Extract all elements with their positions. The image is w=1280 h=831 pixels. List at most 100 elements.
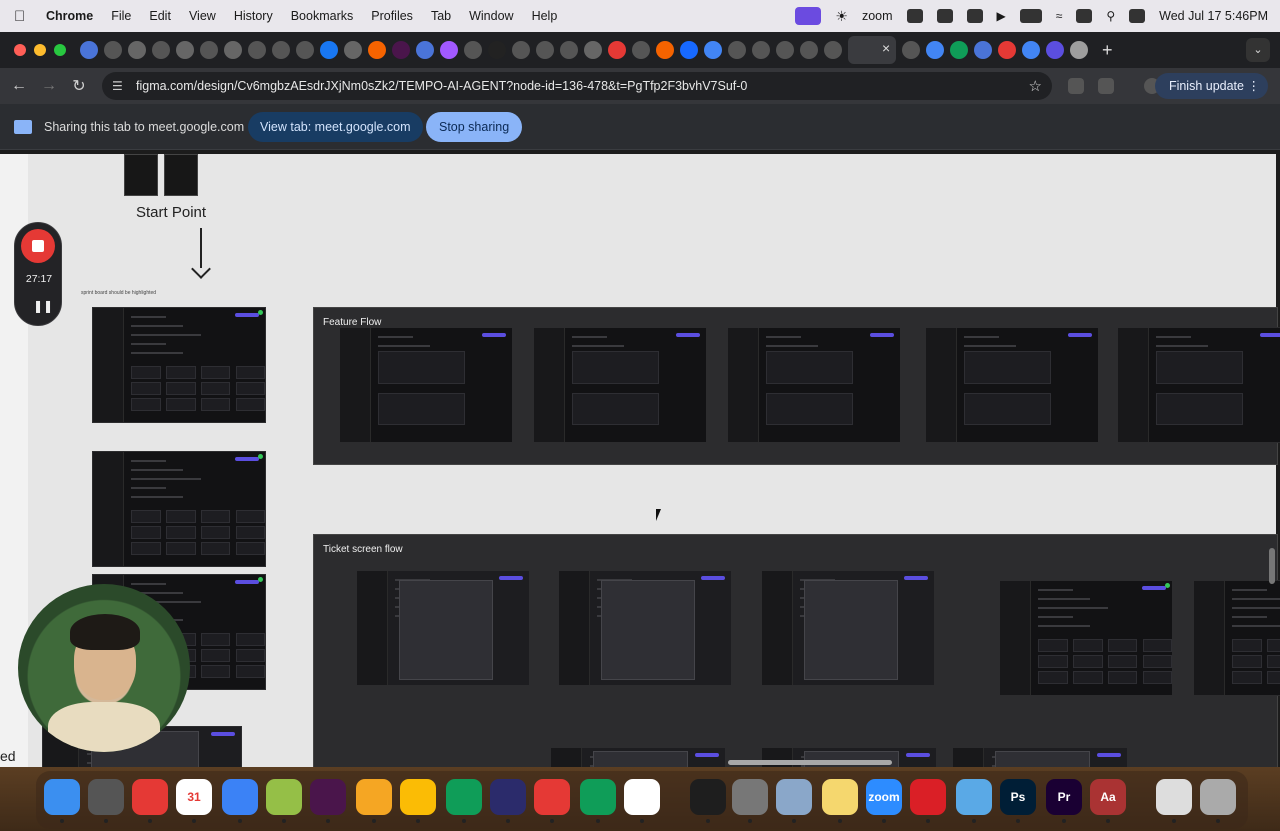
dock-app-premiere[interactable]: Pr (1046, 779, 1082, 815)
design-frame-thumbnail[interactable] (558, 570, 732, 686)
apple-icon[interactable]:  (14, 8, 36, 25)
browser-tab-favicon[interactable] (1070, 41, 1088, 59)
menu-file[interactable]: File (111, 9, 131, 23)
browser-tab-favicon[interactable] (608, 41, 626, 59)
close-tab-icon[interactable]: × (882, 40, 890, 56)
browser-tab-favicon[interactable] (416, 41, 434, 59)
zoom-menu-label[interactable]: zoom (862, 9, 893, 23)
dock-app-zoom[interactable]: zoom (866, 779, 902, 815)
horizontal-scrollbar[interactable] (728, 760, 892, 765)
wifi-icon[interactable]: ≈ (1056, 9, 1063, 23)
play-icon[interactable]: ▶ (997, 9, 1006, 23)
browser-tab-favicon[interactable] (902, 41, 920, 59)
design-frame-thumbnail[interactable] (727, 327, 901, 443)
dock-app-quicktime[interactable] (956, 779, 992, 815)
browser-tab-favicon[interactable] (998, 41, 1016, 59)
design-frame-thumbnail[interactable] (925, 327, 1099, 443)
dock-app-gmail[interactable] (132, 779, 168, 815)
browser-tab-favicon[interactable] (752, 41, 770, 59)
dock-app-contacts[interactable] (222, 779, 258, 815)
bookmark-star-icon[interactable]: ☆ (1029, 77, 1042, 95)
menu-tab[interactable]: Tab (431, 9, 451, 23)
browser-tab-favicon[interactable] (632, 41, 650, 59)
design-frame-thumbnail[interactable] (339, 327, 513, 443)
dock-app-preview[interactable] (88, 779, 124, 815)
webcam-bubble[interactable] (18, 584, 190, 752)
browser-tab-favicon[interactable] (560, 41, 578, 59)
dock-app-freeform[interactable] (624, 779, 660, 815)
design-frame-thumbnail[interactable] (999, 580, 1173, 696)
dock-app-chrome[interactable] (400, 779, 436, 815)
dock-app-craft[interactable] (356, 779, 392, 815)
vertical-scrollbar[interactable] (1269, 548, 1275, 584)
browser-tab-favicon[interactable] (464, 41, 482, 59)
dock-app-figma[interactable] (690, 779, 726, 815)
browser-tab-favicon[interactable] (80, 41, 98, 59)
menu-profiles[interactable]: Profiles (371, 9, 413, 23)
browser-tab-favicon[interactable] (488, 41, 506, 59)
feature-flow-section[interactable]: Feature Flow (313, 307, 1280, 465)
back-icon[interactable]: ← (4, 77, 34, 95)
browser-tab-favicon[interactable] (224, 41, 242, 59)
browser-tab-favicon[interactable] (1046, 41, 1064, 59)
browser-tab-favicon[interactable] (104, 41, 122, 59)
dock-app-creative-cloud[interactable] (910, 779, 946, 815)
dock-app-trash[interactable] (1200, 779, 1236, 815)
dock-app-notes[interactable] (822, 779, 858, 815)
design-frame-thumbnail[interactable] (356, 570, 530, 686)
browser-tab-favicon[interactable] (536, 41, 554, 59)
dock-app-photoshop[interactable]: Ps (1000, 779, 1036, 815)
menu-app-name[interactable]: Chrome (46, 9, 93, 23)
browser-tab-favicon[interactable] (824, 41, 842, 59)
site-info-icon[interactable]: ☰ (112, 79, 126, 93)
finish-update-button[interactable]: Finish update ⋮ (1154, 73, 1268, 99)
fullscreen-window-icon[interactable] (54, 44, 66, 56)
cloud-icon[interactable] (936, 9, 953, 23)
browser-tab-favicon[interactable] (800, 41, 818, 59)
browser-tab-favicon[interactable] (128, 41, 146, 59)
pause-icon[interactable]: ❚❚ (33, 299, 53, 313)
view-tab-button[interactable]: View tab: meet.google.com (248, 112, 423, 142)
browser-tab-favicon[interactable] (584, 41, 602, 59)
browser-tab-favicon[interactable] (248, 41, 266, 59)
browser-tab-favicon[interactable] (320, 41, 338, 59)
menu-window[interactable]: Window (469, 9, 513, 23)
dock-app-preview-screen[interactable] (776, 779, 812, 815)
battery-icon[interactable] (1019, 9, 1042, 23)
dock-app-dictionary[interactable]: Aa (1090, 779, 1126, 815)
dock-app-slack[interactable] (310, 779, 346, 815)
browser-tab-favicon[interactable] (1022, 41, 1040, 59)
tab-search-icon[interactable]: ⌄ (1246, 38, 1270, 62)
menu-view[interactable]: View (189, 9, 216, 23)
browser-tab-favicon[interactable] (392, 41, 410, 59)
stop-sharing-button[interactable]: Stop sharing (426, 112, 523, 142)
browser-tab-favicon[interactable] (728, 41, 746, 59)
dock-app-maps[interactable] (446, 779, 482, 815)
dock-app-finder[interactable] (44, 779, 80, 815)
browser-tab-favicon[interactable] (680, 41, 698, 59)
design-frame-thumbnail[interactable] (1117, 327, 1280, 443)
dock-app-lifebuoy[interactable] (534, 779, 570, 815)
design-frame-thumbnail[interactable] (92, 307, 266, 423)
search-icon[interactable]: ⚲ (1106, 9, 1115, 23)
extensions-puzzle-icon[interactable] (1098, 78, 1114, 94)
brightness-icon[interactable]: ☀ (835, 8, 848, 25)
design-frame-thumbnail[interactable] (761, 570, 935, 686)
dock-app-sonic[interactable] (490, 779, 526, 815)
menu-bookmarks[interactable]: Bookmarks (291, 9, 354, 23)
dock-app-document[interactable] (1156, 779, 1192, 815)
control-center-icon[interactable] (1129, 9, 1146, 23)
browser-tab-favicon[interactable] (176, 41, 194, 59)
design-frame-thumbnail[interactable] (92, 451, 266, 567)
menu-help[interactable]: Help (532, 9, 558, 23)
menu-history[interactable]: History (234, 9, 273, 23)
browser-tab-favicon[interactable] (152, 41, 170, 59)
design-frame-thumbnail[interactable] (1193, 580, 1280, 696)
minimize-window-icon[interactable] (34, 44, 46, 56)
browser-tab-favicon[interactable] (974, 41, 992, 59)
stop-recording-icon[interactable] (21, 229, 55, 263)
browser-tab-favicon[interactable] (926, 41, 944, 59)
menu-edit[interactable]: Edit (149, 9, 171, 23)
browser-tab-favicon[interactable] (368, 41, 386, 59)
forward-icon[interactable]: → (34, 77, 64, 95)
